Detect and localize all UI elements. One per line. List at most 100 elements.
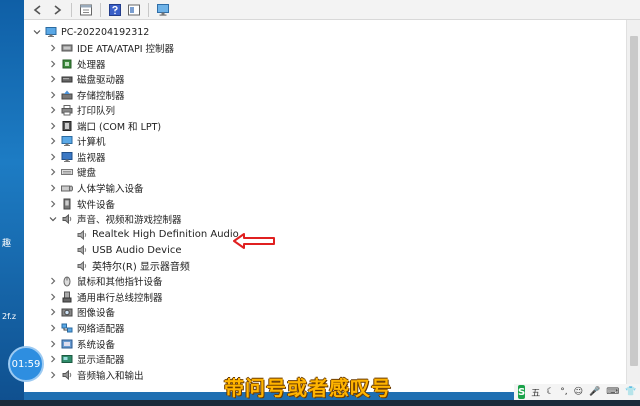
tree-category-label: 软件设备: [77, 199, 116, 211]
tree-category-item[interactable]: 打印队列: [48, 102, 115, 118]
tree-category-item[interactable]: 音频输入和输出: [48, 367, 144, 383]
chevron-right-icon[interactable]: [48, 351, 58, 367]
forward-icon[interactable]: [49, 2, 65, 18]
chevron-right-icon[interactable]: [48, 304, 58, 320]
network-adapter-icon: [61, 322, 73, 334]
tree-category-item[interactable]: 软件设备: [48, 196, 115, 212]
help-icon[interactable]: [107, 2, 123, 18]
tree-device-label: Realtek High Definition Audio: [92, 229, 239, 241]
desktop-icon-label: 2f.z: [2, 312, 17, 321]
camera-icon: [61, 306, 73, 318]
tree-device-item[interactable]: 英特尔(R) 显示器音频: [76, 258, 190, 274]
skin-icon[interactable]: 👕: [625, 387, 636, 397]
tree-device-label: USB Audio Device: [92, 244, 182, 256]
view-icon[interactable]: [126, 2, 142, 18]
chevron-right-icon[interactable]: [48, 320, 58, 336]
speaker-icon: [61, 213, 73, 225]
disk-drive-icon: [61, 73, 73, 85]
desktop-icon-label: 趣: [2, 239, 12, 249]
emoji-icon[interactable]: ☺: [574, 387, 583, 397]
toolbar-divider: [71, 2, 72, 17]
chevron-right-icon[interactable]: [48, 118, 58, 134]
chevron-right-icon[interactable]: [48, 289, 58, 305]
tree-category-item[interactable]: 系统设备: [48, 336, 115, 352]
tree-category-label: 音频输入和输出: [77, 370, 144, 382]
vertical-scrollbar[interactable]: [626, 20, 640, 392]
tree-category-label: 磁盘驱动器: [77, 75, 125, 87]
properties-icon[interactable]: [78, 2, 94, 18]
tree-category-item[interactable]: 图像设备: [48, 304, 115, 320]
tree-category-item[interactable]: 监视器: [48, 149, 106, 165]
device-tree: PC-202204192312 IDE ATA/ATAPI 控制器 处理器磁盘驱动…: [24, 22, 626, 392]
ide-controller-icon: [61, 42, 73, 54]
back-icon[interactable]: [30, 2, 46, 18]
punctuation-icon[interactable]: °,: [560, 387, 567, 397]
chevron-down-icon[interactable]: [32, 24, 42, 40]
chevron-right-icon[interactable]: [48, 71, 58, 87]
mouse-icon: [61, 275, 73, 287]
processor-icon: [61, 58, 73, 70]
tree-category-label: IDE ATA/ATAPI 控制器: [77, 44, 175, 55]
tree-category-item[interactable]: 存储控制器: [48, 87, 125, 103]
tree-category-item[interactable]: 端口 (COM 和 LPT): [48, 118, 161, 134]
speaker-icon: [76, 260, 88, 272]
computer-icon: [61, 135, 73, 147]
monitor-icon: [61, 151, 73, 163]
tree-category-label: 监视器: [77, 152, 106, 164]
chevron-right-icon[interactable]: [48, 149, 58, 165]
chevron-right-icon[interactable]: [48, 40, 58, 56]
tree-category-label: 网络适配器: [77, 323, 125, 335]
chevron-right-icon[interactable]: [48, 87, 58, 103]
tree-category-label: 存储控制器: [77, 90, 125, 102]
chevron-right-icon[interactable]: [48, 180, 58, 196]
tree-category-item[interactable]: 显示适配器: [48, 351, 125, 367]
tree-category-item[interactable]: 键盘: [48, 164, 96, 180]
chevron-right-icon[interactable]: [48, 56, 58, 72]
chevron-right-icon[interactable]: [48, 164, 58, 180]
display-adapter-icon: [61, 353, 73, 365]
tree-category-item[interactable]: 通用串行总线控制器: [48, 289, 163, 305]
taskbar: [0, 400, 640, 406]
recording-timer-badge: 01:59: [8, 346, 44, 382]
moon-icon[interactable]: ☾: [546, 387, 554, 397]
tree-root[interactable]: PC-202204192312: [32, 24, 149, 40]
keyboard-icon: [61, 166, 73, 178]
microphone-icon[interactable]: 🎤: [589, 387, 600, 397]
ime-logo-icon[interactable]: S: [518, 385, 526, 399]
keyboard-icon[interactable]: ⌨: [606, 387, 619, 397]
system-tray: S 五 ☾ °, ☺ 🎤 ⌨ 👕 ▦: [514, 384, 640, 400]
system-device-icon: [61, 338, 73, 350]
device-manager-window: PC-202204192312 IDE ATA/ATAPI 控制器 处理器磁盘驱动…: [24, 0, 640, 392]
chevron-right-icon[interactable]: [48, 196, 58, 212]
software-device-icon: [61, 198, 73, 210]
chevron-right-icon[interactable]: [48, 273, 58, 289]
video-caption: 带问号或者感叹号: [224, 376, 392, 400]
chevron-right-icon[interactable]: [48, 367, 58, 383]
audio-io-icon: [61, 369, 73, 381]
toolbar-divider: [100, 2, 101, 17]
toolbar: [24, 0, 640, 20]
tree-category-item[interactable]: 计算机: [48, 133, 106, 149]
tree-category-item[interactable]: 处理器: [48, 56, 106, 72]
tree-category-item[interactable]: 鼠标和其他指针设备: [48, 273, 163, 289]
tree-category-item[interactable]: 声音、视频和游戏控制器: [48, 211, 182, 227]
tree-category-item[interactable]: 人体学输入设备: [48, 180, 144, 196]
scan-hardware-icon[interactable]: [155, 2, 171, 18]
tree-category-label: 系统设备: [77, 339, 116, 351]
tree-category-label: 人体学输入设备: [77, 183, 144, 195]
tree-category-item[interactable]: 磁盘驱动器: [48, 71, 125, 87]
tree-category-item[interactable]: IDE ATA/ATAPI 控制器: [48, 40, 174, 56]
tree-category-item[interactable]: 网络适配器: [48, 320, 125, 336]
chevron-right-icon[interactable]: [48, 336, 58, 352]
computer-icon: [45, 26, 57, 38]
chevron-right-icon[interactable]: [48, 133, 58, 149]
scrollbar-thumb[interactable]: [630, 36, 638, 366]
chevron-right-icon[interactable]: [48, 102, 58, 118]
tree-device-item[interactable]: USB Audio Device: [76, 242, 182, 258]
chevron-down-icon[interactable]: [48, 211, 58, 227]
tree-category-label: 显示适配器: [77, 355, 125, 366]
printer-icon: [61, 104, 73, 116]
tree-category-label: 打印队列: [77, 106, 116, 118]
ime-mode-label[interactable]: 五: [531, 386, 540, 399]
tree-device-item[interactable]: Realtek High Definition Audio: [76, 227, 239, 243]
